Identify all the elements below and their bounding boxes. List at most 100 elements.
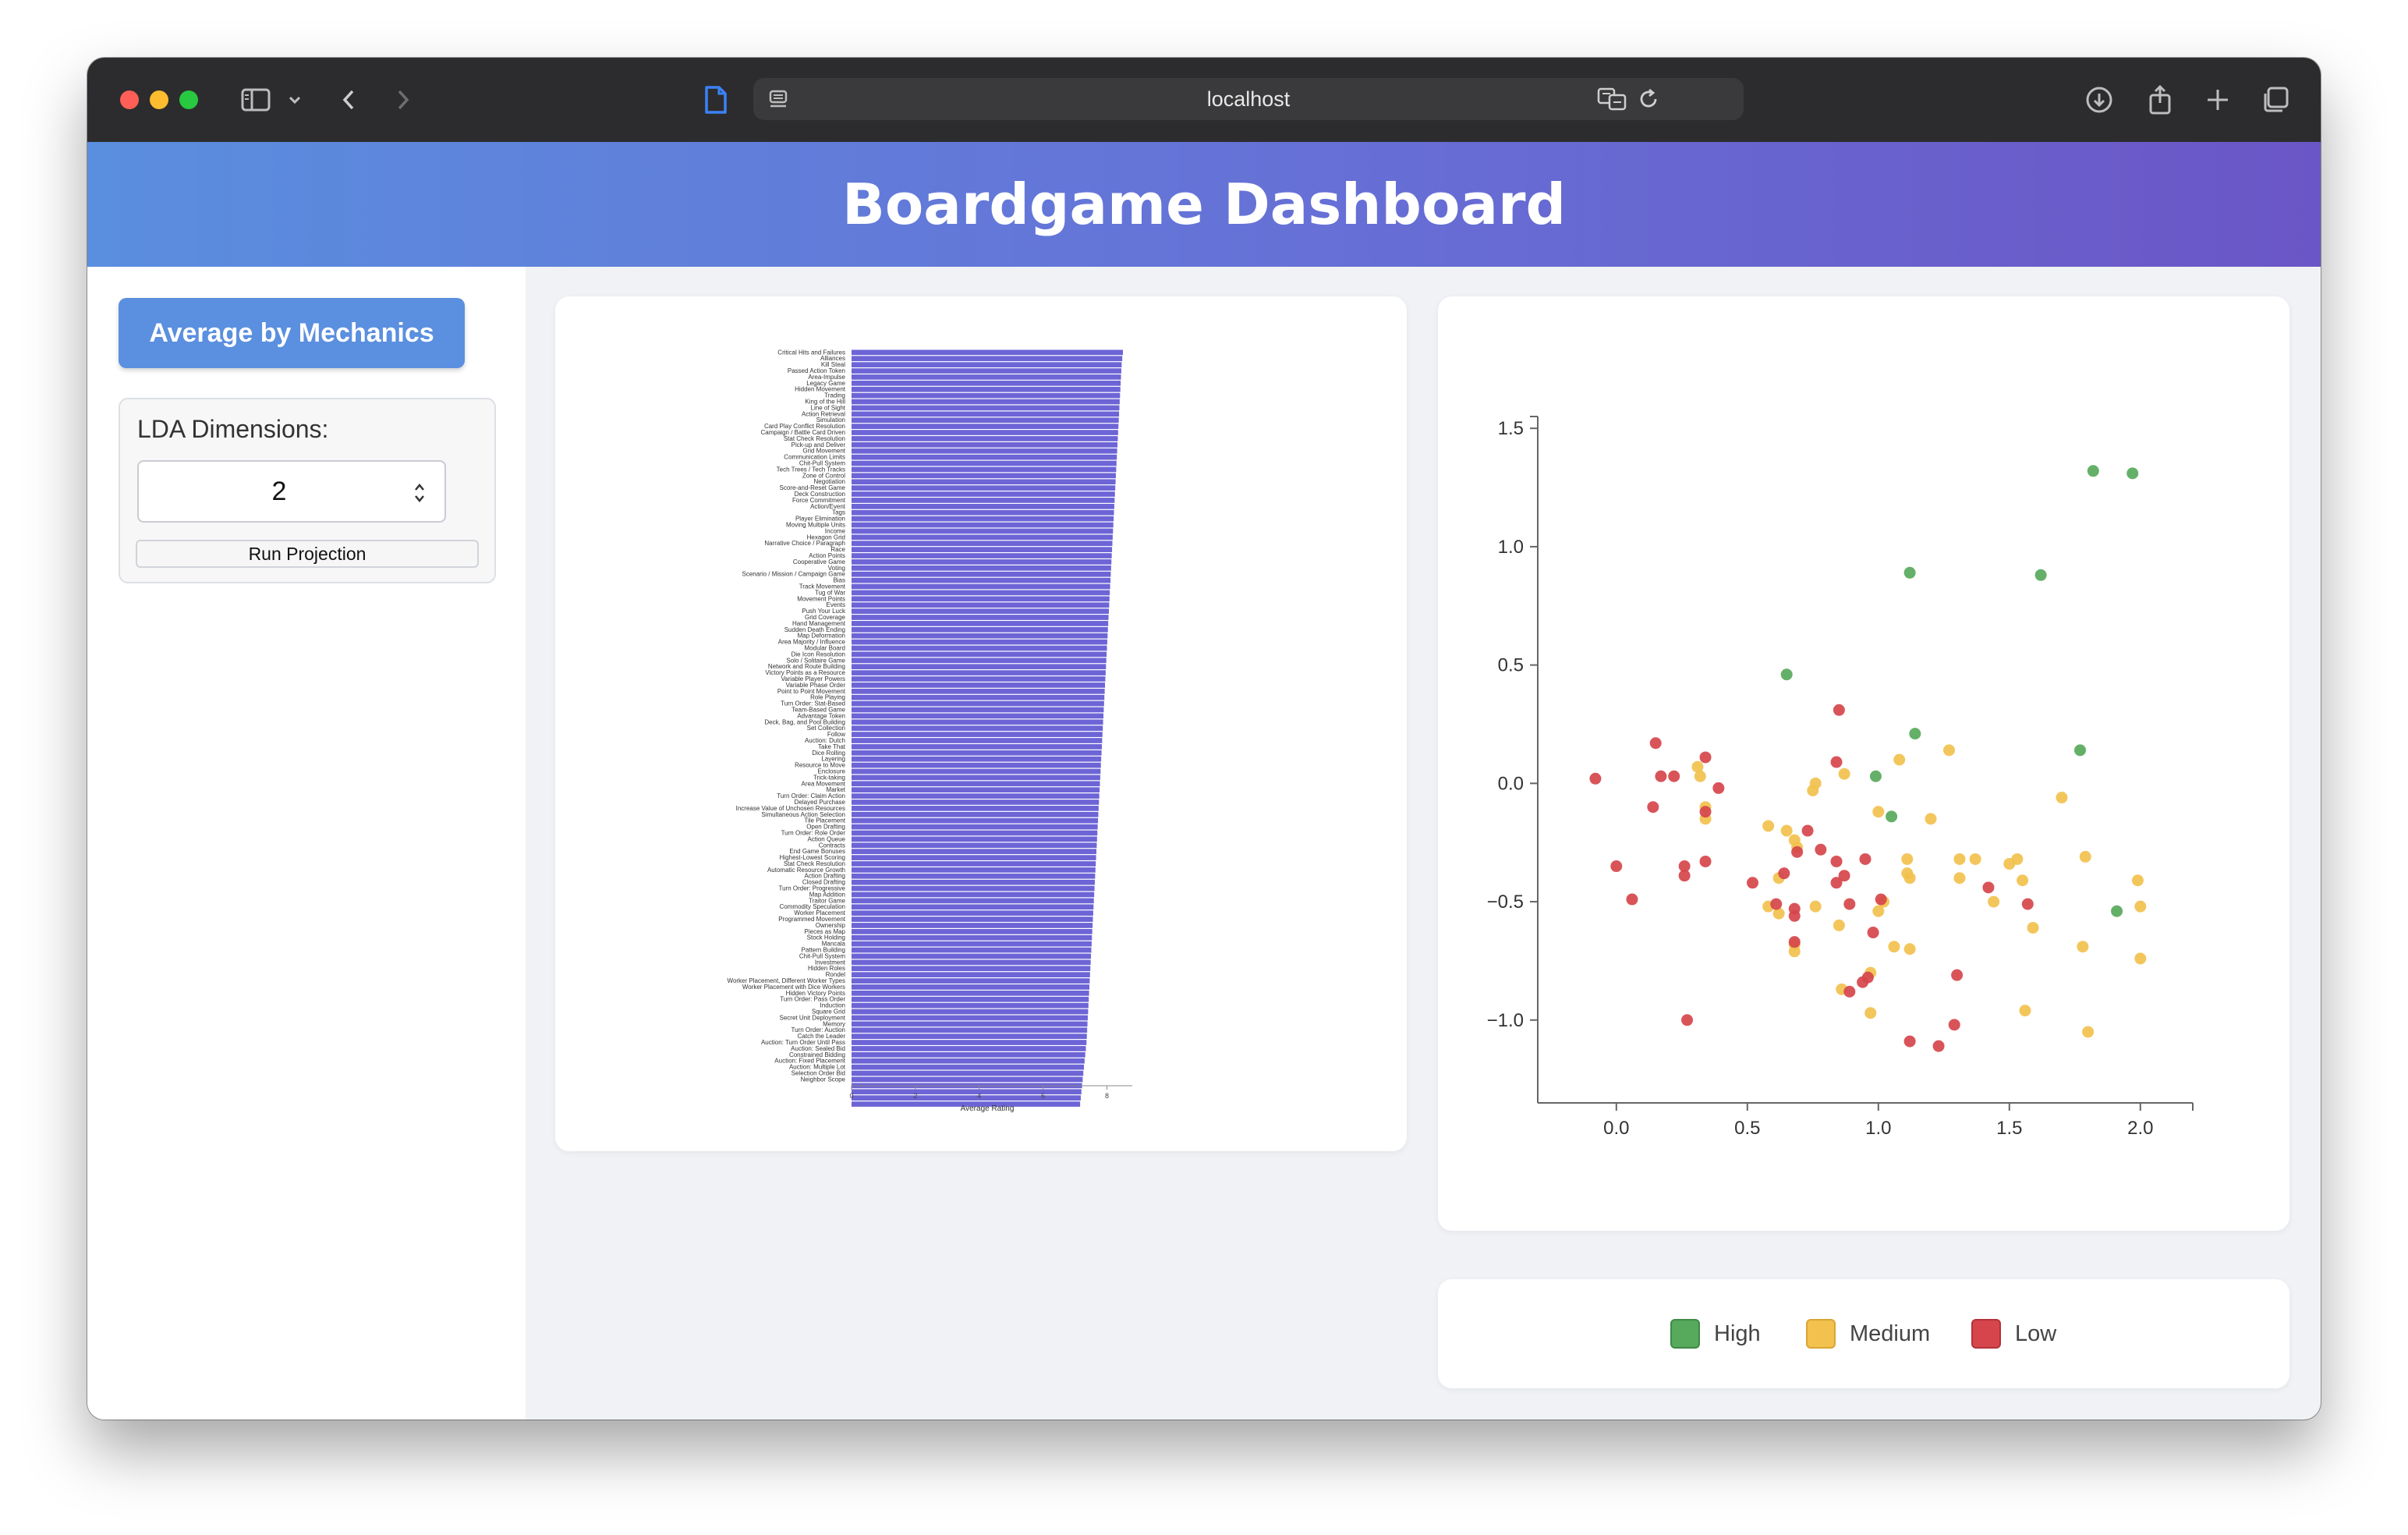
x-tick-label: 1.5: [1996, 1118, 2022, 1139]
bar-category-label: Scenario / Mission / Campaign Game: [742, 571, 846, 578]
downloads-icon[interactable]: [2082, 81, 2116, 119]
bar: [852, 941, 1092, 947]
average-by-mechanics-button[interactable]: Average by Mechanics: [119, 298, 465, 368]
scatter-point-low: [1610, 860, 1623, 873]
scatter-point-low: [1626, 893, 1638, 906]
scatter-point-medium: [1893, 753, 1906, 766]
address-bar[interactable]: localhost: [753, 78, 1744, 120]
scatter-point-high: [1909, 728, 1921, 740]
scatter-point-medium: [2077, 941, 2089, 953]
run-projection-button[interactable]: Run Projection: [136, 540, 479, 568]
scatter-point-medium: [1807, 784, 1819, 796]
bar: [852, 700, 1104, 707]
bar: [852, 688, 1105, 694]
scatter-point-low: [1655, 770, 1667, 782]
minimize-window-button[interactable]: [150, 90, 168, 109]
page-document-icon: [700, 81, 731, 119]
scatter-point-low: [1982, 881, 1995, 894]
scatter-point-medium: [1864, 1007, 1877, 1019]
back-icon[interactable]: [337, 81, 360, 119]
lda-dimensions-input[interactable]: 2: [137, 460, 446, 523]
tab-overview-icon[interactable]: [2258, 81, 2293, 119]
scatter-point-medium: [2017, 874, 2029, 887]
scatter-point-low: [1830, 877, 1843, 889]
scatter-point-low: [1843, 985, 1856, 998]
bar: [852, 984, 1090, 990]
bar: [852, 670, 1106, 675]
bar: [852, 966, 1091, 972]
bar: [852, 633, 1108, 639]
bar: [852, 1052, 1085, 1058]
legend-label-medium: Medium: [1850, 1321, 1931, 1346]
reload-icon[interactable]: [1633, 80, 1664, 118]
scatter-point-low: [1867, 927, 1879, 939]
x-tick-label: 8: [1105, 1092, 1109, 1100]
chevron-down-icon[interactable]: [285, 81, 304, 119]
scatter-point-medium: [2131, 874, 2144, 887]
bar: [852, 399, 1120, 405]
bar: [852, 621, 1109, 626]
bar: [852, 577, 1111, 583]
bar: [852, 959, 1091, 966]
forward-icon[interactable]: [391, 81, 415, 119]
legend-swatch-low: [1971, 1319, 2001, 1349]
scatter-point-low: [1875, 893, 1887, 906]
bar: [852, 676, 1106, 682]
bar: [852, 953, 1092, 959]
sidebar-toggle-icon[interactable]: [239, 81, 273, 119]
bar: [852, 534, 1113, 541]
bar: [852, 934, 1092, 941]
bar: [852, 626, 1108, 633]
scatter-point-medium: [1953, 872, 1966, 884]
page-title: Boardgame Dashboard: [841, 172, 1567, 237]
bar: [852, 608, 1109, 614]
scatter-point-medium: [2019, 1005, 2031, 1017]
bar-chart-card: Critical Hits and Failures Alliances Kill …: [555, 296, 1407, 1151]
bar: [852, 707, 1104, 713]
y-tick-label: 1.5: [1498, 418, 1524, 439]
bar: [852, 491, 1115, 497]
bar: [852, 454, 1117, 460]
share-icon[interactable]: [2143, 81, 2177, 119]
bar: [852, 522, 1114, 528]
bar: [852, 368, 1121, 374]
bar: [852, 842, 1097, 849]
scatter-point-low: [1678, 870, 1691, 882]
scatter-point-medium: [2079, 850, 2091, 863]
bar: [852, 639, 1107, 645]
bar: [852, 516, 1114, 522]
bar: [852, 1027, 1088, 1033]
scatter-point-low: [1948, 1019, 1960, 1031]
bar: [852, 553, 1112, 558]
bar: [852, 405, 1120, 411]
scatter-point-medium: [1872, 806, 1885, 818]
bar: [852, 725, 1103, 732]
bar: [852, 1058, 1085, 1064]
bar: [852, 898, 1094, 904]
close-window-button[interactable]: [120, 90, 139, 109]
scatter-point-medium: [1809, 900, 1822, 913]
bar: [852, 972, 1090, 978]
scatter-point-low: [1859, 853, 1872, 865]
bar: [852, 596, 1110, 602]
translate-icon[interactable]: [1595, 80, 1630, 118]
scatter-chart-card: 1.5 1.0 0.5 0.0 −0.5 −1.0 0.0 0.5 1.0 1.5 2.0: [1438, 296, 2289, 1231]
bar: [852, 1070, 1084, 1076]
bar: [852, 565, 1111, 571]
stepper-arrows-icon[interactable]: [412, 480, 427, 505]
scatter-point-low: [1788, 909, 1801, 922]
maximize-window-button[interactable]: [179, 90, 198, 109]
bar: [852, 392, 1121, 399]
bar: [852, 1064, 1085, 1070]
scatter-point-medium: [1903, 943, 1916, 955]
new-tab-icon[interactable]: [2201, 81, 2235, 119]
bar: [852, 559, 1112, 565]
scatter-point-medium: [2027, 921, 2039, 934]
scatter-point-medium: [1903, 872, 1916, 884]
bar: [852, 547, 1113, 552]
scatter-point-low: [2021, 898, 2034, 910]
scatter-point-low: [1770, 898, 1783, 910]
bar: [852, 645, 1107, 651]
bar: [852, 923, 1093, 928]
bar: [852, 1076, 1083, 1083]
